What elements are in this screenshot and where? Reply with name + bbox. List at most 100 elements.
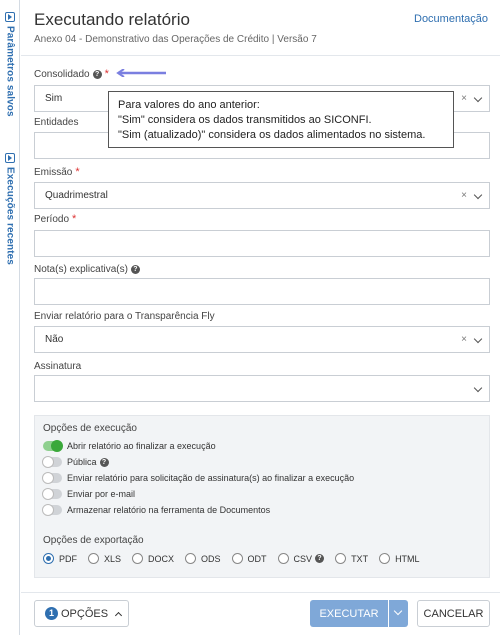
radio-button[interactable] — [231, 553, 243, 564]
clear-icon[interactable]: × — [461, 190, 467, 201]
options-panel: Opções de execução Abrir relatório ao fi… — [34, 415, 490, 578]
radio-button[interactable] — [335, 553, 347, 564]
toggle-switch[interactable] — [42, 472, 62, 484]
clear-icon[interactable]: × — [461, 93, 467, 104]
format-txt[interactable]: TXT — [335, 553, 368, 564]
periodo-label: Período * — [34, 213, 76, 225]
radio-button[interactable] — [379, 553, 391, 564]
required-marker: * — [75, 166, 80, 178]
transparencia-label: Enviar relatório para o Transparência Fl… — [34, 311, 215, 322]
transparencia-label-text: Enviar relatório para o Transparência Fl… — [34, 311, 215, 322]
divider — [21, 55, 500, 56]
format-label: ODS — [201, 553, 221, 564]
transparencia-select[interactable]: Não × — [34, 326, 490, 353]
radio-button[interactable] — [88, 553, 99, 564]
format-label: TXT — [351, 553, 369, 564]
toggle-switch[interactable] — [42, 456, 62, 468]
consolidado-value: Sim — [45, 93, 63, 104]
options-count-badge: 1 — [45, 607, 58, 620]
help-icon[interactable]: ? — [315, 554, 325, 563]
consolidado-label: Consolidado ? * — [34, 68, 109, 80]
format-label: DOCX — [148, 553, 175, 564]
divider — [21, 592, 500, 593]
emissao-value: Quadrimestral — [45, 190, 108, 201]
consolidado-tooltip: Para valores do ano anterior: "Sim" cons… — [108, 91, 454, 148]
toggle-signature-request[interactable]: Enviar relatório para solicitação de ass… — [42, 472, 355, 484]
expand-icon — [5, 12, 15, 22]
chevron-down-icon[interactable] — [473, 190, 483, 200]
left-rail: Parâmetros salvos Execuções recentes — [0, 0, 20, 635]
emissao-select[interactable]: Quadrimestral × — [34, 182, 490, 209]
toggle-label: Enviar relatório para solicitação de ass… — [67, 473, 355, 483]
chevron-down-icon[interactable] — [473, 93, 483, 103]
tooltip-line: Para valores do ano anterior: — [118, 99, 260, 111]
format-label: HTML — [395, 553, 420, 564]
radio-button[interactable] — [277, 553, 289, 564]
tooltip-line: "Sim (atualizado)" considera os dados al… — [118, 129, 426, 141]
format-docx[interactable]: DOCX — [132, 553, 174, 564]
format-label: PDF — [59, 553, 77, 564]
help-icon[interactable]: ? — [92, 69, 102, 79]
periodo-select[interactable] — [34, 230, 490, 257]
transparencia-value: Não — [45, 334, 64, 345]
help-icon[interactable]: ? — [130, 265, 140, 274]
page-subtitle: Anexo 04 - Demonstrativo das Operações d… — [34, 34, 317, 45]
export-format-group: PDF XLS DOCX ODS ODT CSV? TXT HTML — [43, 553, 431, 564]
periodo-label-text: Período — [34, 213, 70, 225]
execute-button[interactable]: EXECUTAR — [310, 600, 388, 627]
documentation-link[interactable]: Documentação — [414, 13, 488, 25]
cancel-button[interactable]: CANCELAR — [417, 600, 490, 627]
notas-label: Nota(s) explicativa(s) ? — [34, 264, 140, 275]
clear-icon[interactable]: × — [461, 334, 467, 345]
format-label: CSV — [293, 553, 313, 564]
required-marker: * — [104, 68, 109, 80]
radio-button[interactable] — [185, 553, 197, 564]
chevron-down-icon[interactable] — [473, 383, 483, 393]
toggle-open-report[interactable]: Abrir relatório ao finalizar a execução — [43, 440, 216, 452]
toggle-label: Abrir relatório ao finalizar a execução — [67, 441, 216, 451]
toggle-switch[interactable] — [43, 440, 63, 452]
format-label: ODT — [247, 553, 267, 564]
assinatura-label: Assinatura — [34, 361, 81, 372]
chevron-down-icon[interactable] — [473, 334, 483, 344]
saved-params-label: Parâmetros salvos — [4, 26, 16, 117]
format-html[interactable]: HTML — [379, 553, 420, 564]
radio-button[interactable] — [132, 553, 144, 564]
notas-input[interactable] — [34, 278, 490, 305]
radio-button[interactable] — [43, 553, 54, 564]
entidades-label-text: Entidades — [34, 117, 79, 128]
toggle-label: Enviar por e-mail — [67, 489, 136, 499]
report-panel: Executando relatório Anexo 04 - Demonstr… — [21, 0, 500, 635]
toggle-email[interactable]: Enviar por e-mail — [42, 488, 136, 500]
saved-params-tab[interactable]: Parâmetros salvos — [0, 12, 20, 117]
tooltip-line: "Sim" considera os dados transmitidos ao… — [118, 114, 372, 126]
export-options-title: Opções de exportação — [43, 535, 144, 546]
toggle-store-documents[interactable]: Armazenar relatório na ferramenta de Doc… — [42, 504, 271, 516]
format-xls[interactable]: XLS — [88, 553, 121, 564]
recent-runs-label: Execuções recentes — [4, 167, 16, 265]
expand-icon — [5, 153, 15, 163]
options-button-label: OPÇÕES — [61, 607, 109, 620]
required-marker: * — [72, 213, 77, 225]
help-icon[interactable]: ? — [99, 457, 109, 467]
toggle-switch[interactable] — [42, 488, 62, 500]
format-ods[interactable]: ODS — [185, 553, 221, 564]
format-csv[interactable]: CSV? — [277, 553, 325, 564]
toggle-label: Armazenar relatório na ferramenta de Doc… — [67, 505, 271, 515]
recent-runs-tab[interactable]: Execuções recentes — [0, 153, 20, 265]
emissao-label: Emissão * — [34, 166, 80, 178]
format-odt[interactable]: ODT — [231, 553, 267, 564]
chevron-up-icon — [115, 611, 123, 619]
assinatura-label-text: Assinatura — [34, 361, 82, 372]
toggle-label: Pública — [67, 457, 97, 467]
assinatura-select[interactable] — [34, 375, 490, 402]
notas-label-text: Nota(s) explicativa(s) — [34, 264, 128, 275]
pointer-arrow-icon — [116, 69, 166, 77]
options-button[interactable]: 1 OPÇÕES — [34, 600, 129, 627]
toggle-public[interactable]: Pública ? — [42, 456, 109, 468]
format-pdf[interactable]: PDF — [43, 553, 77, 564]
toggle-switch[interactable] — [42, 504, 62, 516]
exec-options-title: Opções de execução — [43, 423, 137, 434]
execute-dropdown-button[interactable] — [389, 600, 408, 627]
entidades-label: Entidades — [34, 117, 78, 128]
